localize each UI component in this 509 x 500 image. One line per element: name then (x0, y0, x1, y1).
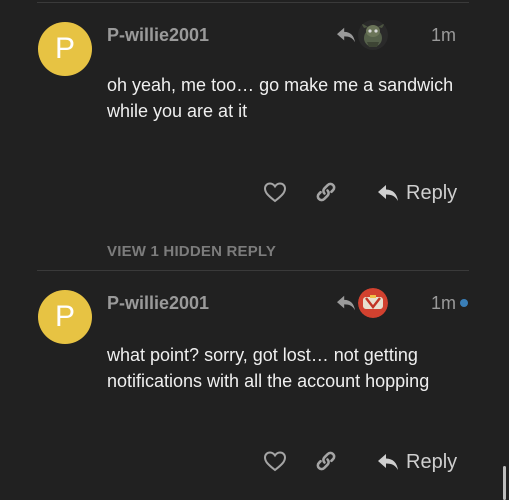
post-divider (37, 270, 469, 271)
reply-label: Reply (406, 181, 458, 204)
username[interactable]: P-willie2001 (107, 293, 209, 314)
reply-label: Reply (406, 450, 458, 473)
link-icon (316, 182, 336, 202)
link-icon (316, 451, 336, 471)
reply-icon (378, 454, 398, 470)
reply-button[interactable]: Reply (376, 178, 457, 208)
topic-page: P P-willie2001 1m oh yeah, me too… go ma… (0, 0, 509, 500)
like-button[interactable] (262, 448, 288, 474)
post-time[interactable]: 1m (431, 25, 456, 46)
post-divider (37, 2, 469, 3)
avatar[interactable]: P (38, 290, 92, 344)
reply-to-arrow-icon[interactable] (335, 294, 357, 312)
heart-icon (263, 182, 287, 203)
avatar[interactable]: P (38, 22, 92, 76)
post-body: what point? sorry, got lost… not getting… (107, 345, 430, 391)
gremlin-avatar-icon[interactable] (358, 20, 388, 50)
post-time[interactable]: 1m (431, 293, 456, 314)
copy-link-button[interactable] (313, 179, 339, 205)
copy-link-button[interactable] (313, 448, 339, 474)
scrollbar[interactable] (503, 466, 506, 500)
heart-icon (263, 451, 287, 472)
red-emblem-avatar-icon[interactable] (358, 288, 388, 318)
username[interactable]: P-willie2001 (107, 25, 209, 46)
unread-indicator (460, 299, 468, 307)
reply-icon (378, 185, 398, 201)
reply-to-arrow-icon[interactable] (335, 26, 357, 44)
post-body: oh yeah, me too… go make me a sandwich w… (107, 75, 454, 121)
reply-button[interactable]: Reply (376, 447, 457, 477)
view-hidden-replies-button[interactable]: VIEW 1 HIDDEN REPLY (107, 243, 276, 260)
like-button[interactable] (262, 179, 288, 205)
